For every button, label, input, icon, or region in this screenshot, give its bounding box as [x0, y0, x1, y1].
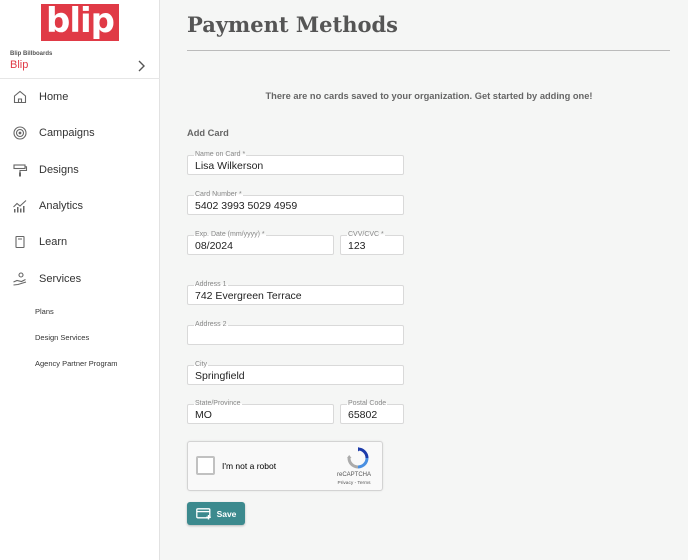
- city-input[interactable]: [188, 366, 403, 384]
- card-number-input[interactable]: [188, 196, 403, 214]
- state-field: State/Province: [187, 399, 334, 424]
- paint-roller-icon: [13, 164, 28, 177]
- sidebar: blip Blip Billboards Blip Home Campaigns…: [0, 0, 160, 560]
- blip-logo[interactable]: blip: [41, 4, 119, 41]
- subnav-item-agency-partner-program[interactable]: Agency Partner Program: [35, 354, 118, 380]
- book-icon: [15, 236, 25, 249]
- exp-date-field: Exp. Date (mm/yyyy) *: [187, 230, 334, 255]
- organization-switcher[interactable]: Blip Billboards Blip: [10, 51, 158, 72]
- recaptcha-label: I'm not a robot: [222, 461, 277, 471]
- cvv-input[interactable]: [341, 236, 403, 254]
- home-icon: [13, 90, 27, 104]
- recaptcha-terms-link[interactable]: Privacy - Terms: [334, 481, 374, 486]
- address1-input[interactable]: [188, 286, 403, 304]
- target-icon: [13, 126, 27, 140]
- state-input[interactable]: [188, 405, 333, 423]
- sidebar-item-home[interactable]: Home: [0, 79, 160, 115]
- address1-field: Address 1: [187, 280, 404, 305]
- save-button[interactable]: Save: [187, 502, 245, 525]
- hand-service-icon: [13, 272, 27, 286]
- page-title: Payment Methods: [187, 12, 398, 37]
- name-on-card-input[interactable]: [188, 156, 403, 174]
- subnav-item-plans[interactable]: Plans: [35, 302, 118, 328]
- address2-field: Address 2: [187, 320, 404, 345]
- add-card-heading: Add Card: [187, 128, 229, 138]
- sidebar-item-services[interactable]: Services: [0, 260, 160, 296]
- recaptcha-logo-icon: [347, 447, 369, 469]
- recaptcha-brand: reCAPTCHA: [336, 472, 371, 478]
- title-divider: [187, 50, 670, 51]
- logo-text: blip: [46, 0, 115, 41]
- cvv-field: CVV/CVC *: [340, 230, 404, 255]
- sidebar-item-designs[interactable]: Designs: [0, 152, 160, 188]
- sidebar-item-label: Analytics: [39, 200, 84, 213]
- sidebar-item-analytics[interactable]: Analytics: [0, 188, 160, 224]
- card-number-field: Card Number *: [187, 190, 404, 215]
- sidebar-item-campaigns[interactable]: Campaigns: [0, 115, 160, 151]
- sidebar-item-label: Home: [39, 91, 69, 104]
- organization-subtitle: Blip Billboards: [10, 51, 53, 57]
- add-card-icon: [195, 507, 211, 519]
- recaptcha-checkbox[interactable]: [196, 456, 215, 475]
- chevron-right-icon: [138, 60, 145, 72]
- exp-date-input[interactable]: [188, 236, 333, 254]
- sidebar-item-label: Learn: [39, 236, 68, 249]
- analytics-chart-icon: [13, 200, 27, 213]
- empty-state-message: There are no cards saved to your organiz…: [265, 91, 593, 101]
- sidebar-item-label: Campaigns: [39, 127, 95, 140]
- city-field: City: [187, 360, 404, 385]
- save-button-label: Save: [216, 508, 237, 519]
- address2-input[interactable]: [188, 326, 403, 344]
- postal-code-field: Postal Code: [340, 399, 404, 424]
- subnav-item-design-services[interactable]: Design Services: [35, 328, 118, 354]
- name-on-card-field: Name on Card *: [187, 150, 404, 175]
- sidebar-item-learn[interactable]: Learn: [0, 224, 160, 260]
- sidebar-nav: Home Campaigns Designs Analytics Learn S…: [0, 79, 160, 297]
- postal-code-input[interactable]: [341, 405, 403, 423]
- recaptcha-widget: I'm not a robot reCAPTCHA Privacy - Term…: [187, 441, 383, 491]
- services-subnav: Plans Design Services Agency Partner Pro…: [35, 302, 118, 380]
- sidebar-item-label: Services: [39, 272, 82, 285]
- sidebar-item-label: Designs: [39, 163, 79, 176]
